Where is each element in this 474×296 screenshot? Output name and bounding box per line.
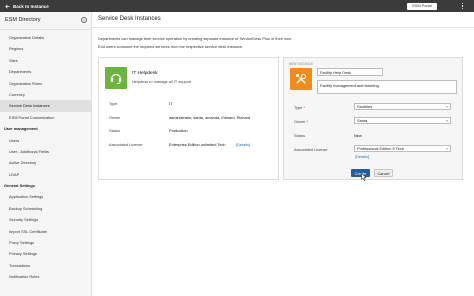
sidebar-item-translations[interactable]: Translations: [0, 260, 91, 271]
sidebar-item-security-settings[interactable]: Security Settings: [0, 214, 91, 225]
divider: [92, 27, 474, 28]
sidebar: ESM Directory ? Organization Details Regi…: [0, 12, 92, 296]
description-line: Departments can manage their service ope…: [98, 36, 293, 41]
sidebar-item-backup-scheduling[interactable]: Backup Scheduling: [0, 203, 91, 214]
chevron-down-icon: [446, 106, 448, 107]
mouse-pointer-icon: [361, 173, 367, 181]
type-select[interactable]: Facilities: [354, 103, 451, 110]
description-textarea[interactable]: Facility management and ticketing: [317, 80, 457, 94]
sidebar-item-import-ssl-certificate[interactable]: Import SSL Certificate: [0, 226, 91, 237]
sidebar-item-privacy-settings[interactable]: Privacy Settings: [0, 248, 91, 259]
sidebar-item-proxy-settings[interactable]: Proxy Settings: [0, 237, 91, 248]
license-label: Associated License: [109, 142, 143, 147]
license-value: Enterprise Edition unlimited Tech: [169, 142, 226, 147]
headset-icon: [110, 73, 122, 85]
status-value: New: [354, 133, 362, 138]
esm-portal-button[interactable]: ESM Portal: [407, 2, 437, 10]
sidebar-item-user-additional-fields[interactable]: User - Additional Fields: [0, 146, 91, 157]
license-label: Associated License: [294, 147, 328, 152]
owner-label: Owner *: [294, 119, 309, 124]
license-select[interactable]: Professional Edition 5 Tech: [354, 145, 451, 152]
license-select-value: Professional Edition 5 Tech: [357, 146, 404, 151]
license-details-link[interactable]: [Details]: [236, 142, 250, 147]
type-select-value: Facilities: [357, 104, 373, 109]
sidebar-item-application-settings[interactable]: Application Settings: [0, 191, 91, 202]
tools-icon: [296, 73, 307, 84]
license-details-link[interactable]: [Details]: [355, 154, 369, 159]
divider: [0, 29, 91, 30]
sidebar-section-general-settings: General Settings: [4, 183, 35, 189]
owner-select[interactable]: Santa: [354, 117, 451, 124]
sidebar-item-service-desk-instances[interactable]: Service Desk Instances: [0, 100, 91, 112]
new-instance-form: NEW INSTANCE Facility Help Desk Facility…: [283, 57, 463, 180]
sidebar-title: ESM Directory: [5, 17, 41, 23]
back-label: Back to Instance: [13, 3, 49, 9]
top-bar: Back to Instance ESM Portal: [0, 0, 474, 12]
sidebar-item-users[interactable]: Users: [0, 135, 91, 146]
sidebar-section-user-management: User management: [4, 126, 38, 132]
more-options-icon[interactable]: [462, 3, 464, 9]
sidebar-item-organization-roles[interactable]: Organization Roles: [0, 78, 91, 89]
instance-name: IT Helpdesk: [132, 71, 158, 76]
help-icon[interactable]: ?: [81, 17, 87, 23]
instance-name-input[interactable]: Facility Help Desk: [317, 68, 383, 76]
sidebar-item-departments[interactable]: Departments: [0, 66, 91, 77]
instance-logo: [105, 67, 127, 89]
status-value: Production: [169, 128, 188, 133]
instance-logo: [290, 68, 312, 90]
sidebar-item-ldap[interactable]: LDAP: [0, 169, 91, 180]
sidebar-nav: Organization Details Regions Sites Departme…: [0, 32, 91, 283]
sidebar-item-sites[interactable]: Sites: [0, 55, 91, 66]
cancel-button[interactable]: Cancel: [374, 169, 393, 177]
status-label: Status: [294, 133, 306, 138]
instance-subtitle: Helpdesk to manage all IT support: [132, 79, 192, 84]
owner-value: administrator, santa, amanda, Edward, Ri…: [169, 115, 251, 120]
type-label: Type *: [294, 105, 306, 110]
instance-card-it-helpdesk[interactable]: IT Helpdesk Helpdesk to manage all IT su…: [98, 57, 279, 180]
type-label: Type: [109, 101, 118, 106]
description-line: End users consume the required services …: [98, 44, 244, 49]
sidebar-item-esm-portal-customization[interactable]: ESM Portal Customization: [0, 112, 91, 123]
type-value: IT: [169, 101, 173, 106]
chevron-down-icon: [446, 148, 448, 149]
status-label: Status: [109, 128, 121, 133]
chevron-down-icon: [446, 120, 448, 121]
back-to-instance-link[interactable]: Back to Instance: [5, 2, 49, 10]
sidebar-item-notification-rules[interactable]: Notification Rules: [0, 271, 91, 282]
arrow-left-icon: [5, 4, 10, 8]
owner-label: Owner: [109, 115, 121, 120]
owner-select-value: Santa: [357, 118, 368, 123]
sidebar-item-active-directory[interactable]: Active Directory: [0, 157, 91, 168]
sidebar-item-regions[interactable]: Regions: [0, 43, 91, 54]
sidebar-item-currency[interactable]: Currency: [0, 89, 91, 100]
new-instance-badge: NEW INSTANCE: [289, 62, 314, 66]
sidebar-item-organization-details[interactable]: Organization Details: [0, 32, 91, 43]
page-title: Service Desk Instances: [98, 16, 161, 22]
